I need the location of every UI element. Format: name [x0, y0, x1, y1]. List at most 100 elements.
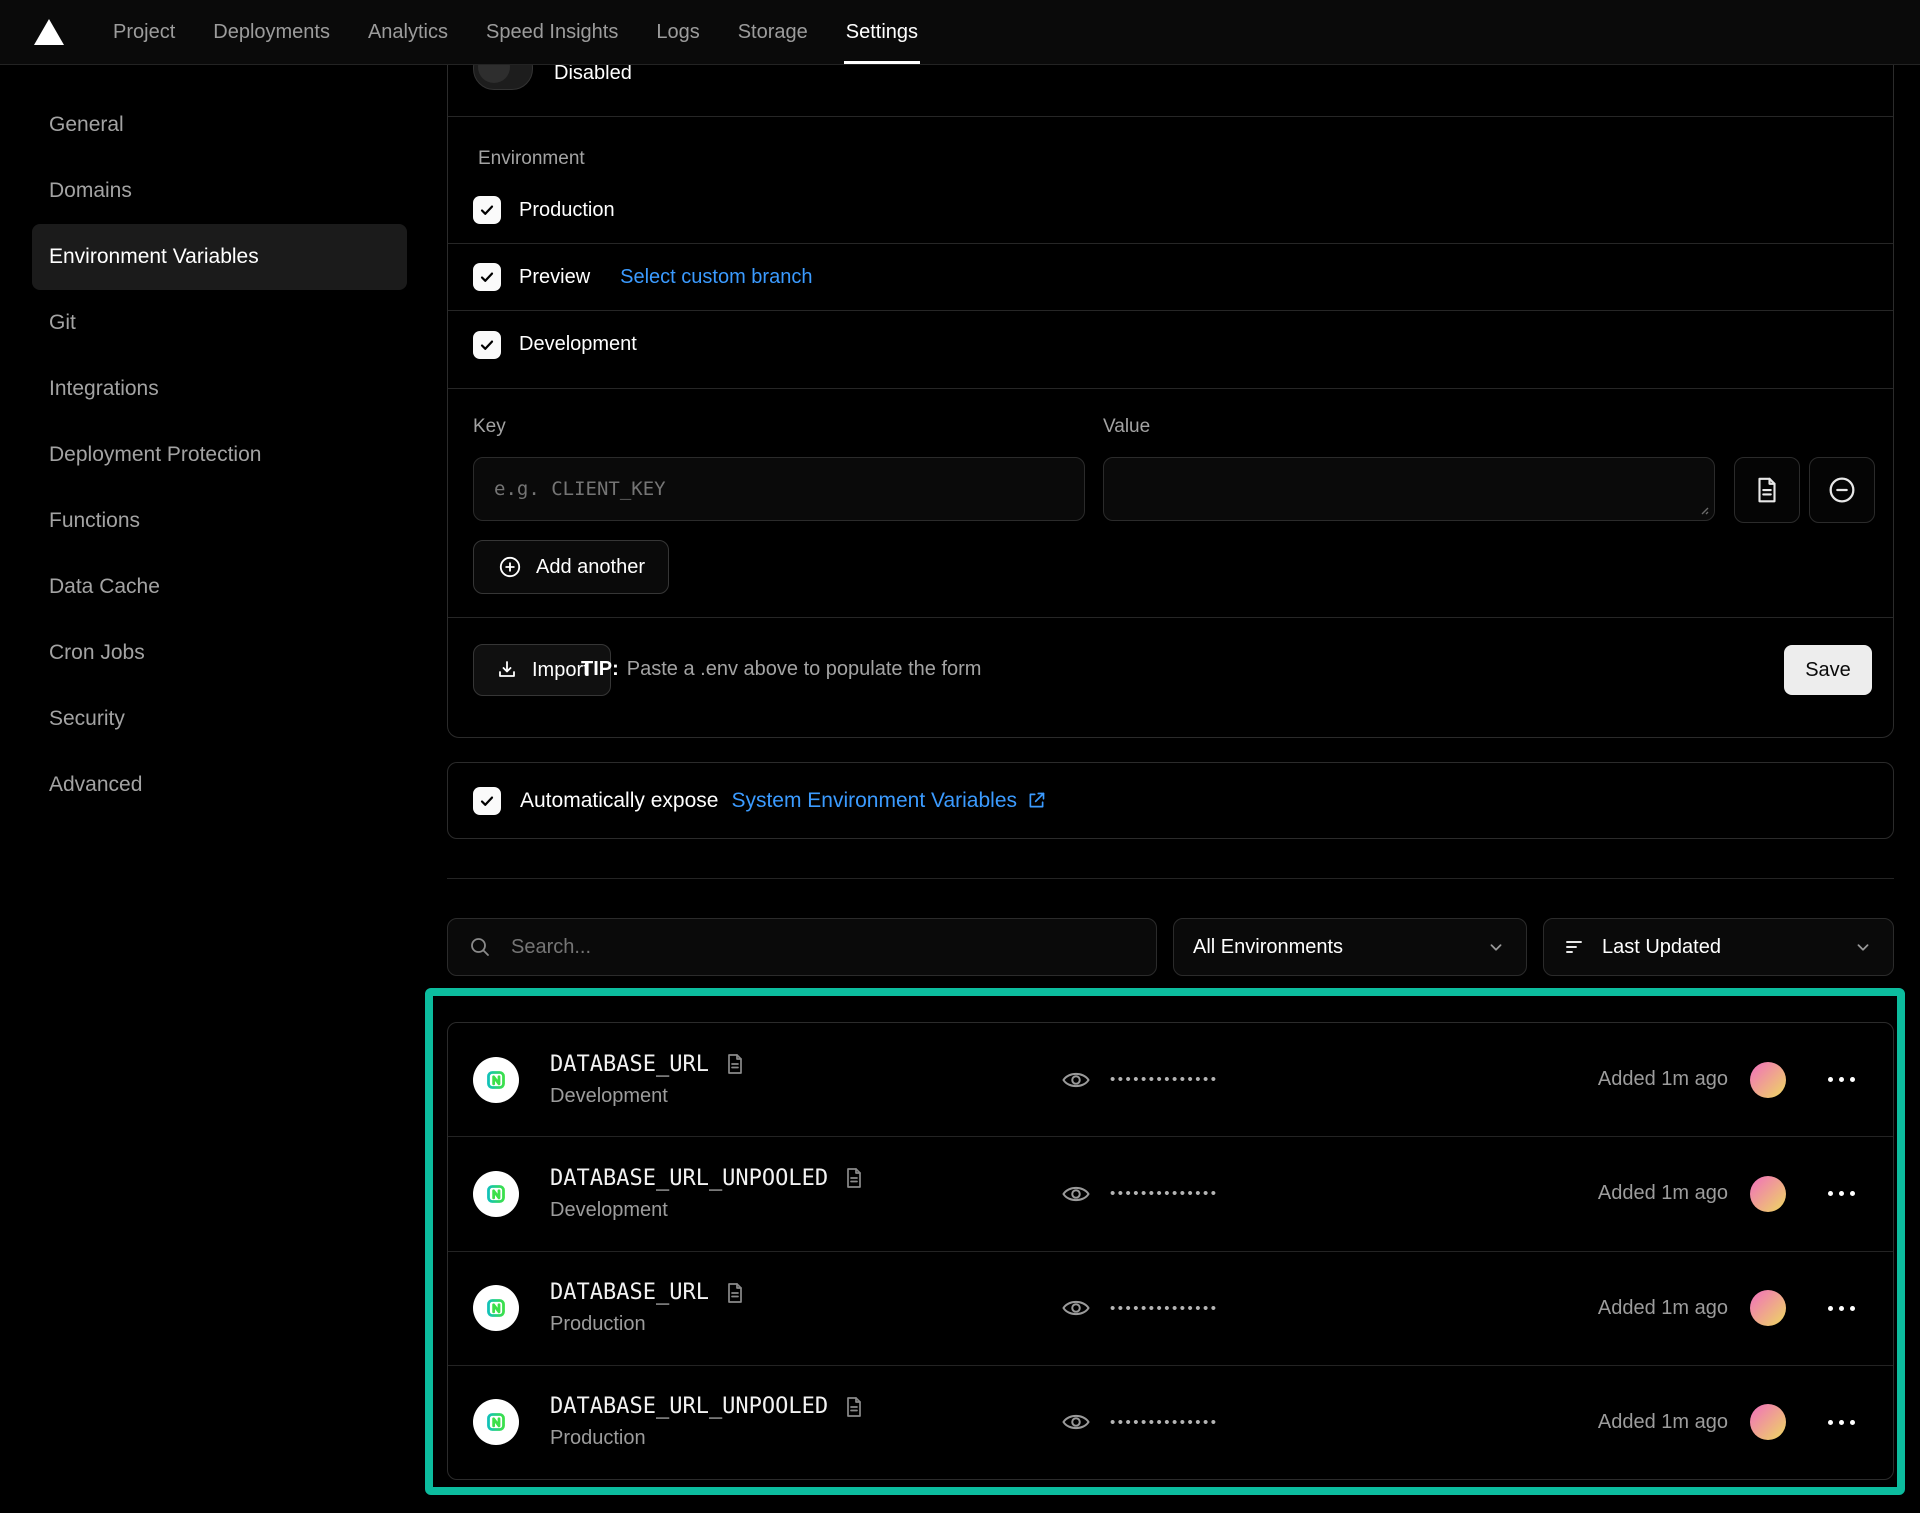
file-text-icon: [1752, 475, 1782, 505]
env-var-row[interactable]: DATABASE_URL Development •••••••••••••• …: [448, 1023, 1893, 1136]
environment-filter-dropdown[interactable]: All Environments: [1173, 918, 1527, 976]
add-another-button[interactable]: Add another: [473, 540, 669, 594]
env-var-secret: ••••••••••••••: [1061, 1181, 1219, 1207]
masked-value: ••••••••••••••: [1110, 1071, 1219, 1088]
environment-section-label: Environment: [478, 148, 585, 170]
chevron-down-icon: [1852, 936, 1874, 958]
env-var-row[interactable]: DATABASE_URL_UNPOOLED Development ••••••…: [448, 1136, 1893, 1250]
sidebar-item-deployment-protection[interactable]: Deployment Protection: [32, 422, 407, 488]
row-menu-button[interactable]: [1826, 1185, 1857, 1202]
env-var-secret: ••••••••••••••: [1061, 1295, 1219, 1321]
development-checkbox[interactable]: [473, 331, 501, 359]
env-var-info: DATABASE_URL Development: [550, 1052, 747, 1108]
environment-option-production: Production: [448, 177, 1893, 244]
preview-checkbox[interactable]: [473, 263, 501, 291]
chevron-down-icon: [1485, 936, 1507, 958]
nav-tab-deployments[interactable]: Deployments: [194, 0, 349, 64]
neon-logo-icon: [481, 1407, 511, 1437]
sidebar-item-security[interactable]: Security: [32, 686, 407, 752]
env-var-info: DATABASE_URL_UNPOOLED Production: [550, 1394, 866, 1450]
search-icon: [468, 935, 492, 959]
sort-dropdown-value: Last Updated: [1602, 936, 1837, 959]
value-input-wrap: [1103, 457, 1715, 521]
sidebar-item-domains[interactable]: Domains: [32, 158, 407, 224]
nav-tab-label: Settings: [846, 21, 918, 44]
env-var-environment: Development: [550, 1085, 747, 1108]
plus-circle-icon: [497, 554, 523, 580]
top-nav: Project Deployments Analytics Speed Insi…: [0, 0, 1920, 65]
paste-env-file-button[interactable]: [1734, 457, 1800, 523]
env-var-row[interactable]: DATABASE_URL Production •••••••••••••• A…: [448, 1251, 1893, 1365]
env-var-environment: Development: [550, 1199, 866, 1222]
save-button[interactable]: Save: [1784, 645, 1872, 695]
sort-lines-icon: [1563, 935, 1587, 959]
vercel-logo[interactable]: [0, 0, 94, 64]
production-checkbox[interactable]: [473, 196, 501, 224]
sidebar-item-data-cache[interactable]: Data Cache: [32, 554, 407, 620]
added-timestamp: Added 1m ago: [1598, 1182, 1728, 1205]
minus-circle-icon: [1826, 474, 1858, 506]
nav-tab-logs[interactable]: Logs: [637, 0, 718, 64]
check-icon: [479, 337, 495, 353]
divider: [447, 878, 1894, 879]
system-env-vars-link-label: System Environment Variables: [731, 789, 1017, 813]
development-checkbox-label: Development: [519, 333, 637, 356]
note-icon[interactable]: [723, 1281, 747, 1305]
sidebar-item-general[interactable]: General: [32, 92, 407, 158]
sidebar-item-functions[interactable]: Functions: [32, 488, 407, 554]
note-icon[interactable]: [842, 1395, 866, 1419]
remove-row-button[interactable]: [1809, 457, 1875, 523]
nav-tab-label: Storage: [738, 21, 808, 44]
env-var-key: DATABASE_URL: [550, 1052, 709, 1077]
eye-icon[interactable]: [1061, 1409, 1091, 1435]
note-icon[interactable]: [723, 1052, 747, 1076]
added-timestamp: Added 1m ago: [1598, 1297, 1728, 1320]
nav-tab-label: Speed Insights: [486, 21, 618, 44]
nav-tab-settings[interactable]: Settings: [827, 0, 937, 64]
search-input[interactable]: [509, 935, 1136, 960]
sidebar-item-environment-variables[interactable]: Environment Variables: [32, 224, 407, 290]
sidebar-item-git[interactable]: Git: [32, 290, 407, 356]
row-menu-button[interactable]: [1826, 1071, 1857, 1088]
neon-logo-icon: [481, 1293, 511, 1323]
env-var-meta: Added 1m ago: [1598, 1062, 1857, 1098]
key-field-label: Key: [473, 416, 506, 438]
env-var-row[interactable]: DATABASE_URL_UNPOOLED Production •••••••…: [448, 1365, 1893, 1479]
eye-icon[interactable]: [1061, 1067, 1091, 1093]
add-another-label: Add another: [536, 556, 645, 579]
neon-integration-icon: [473, 1285, 519, 1331]
external-link-icon: [1026, 790, 1047, 811]
sort-dropdown[interactable]: Last Updated: [1543, 918, 1894, 976]
eye-icon[interactable]: [1061, 1295, 1091, 1321]
select-custom-branch-link[interactable]: Select custom branch: [620, 266, 812, 289]
value-input[interactable]: [1103, 457, 1715, 521]
masked-value: ••••••••••••••: [1110, 1414, 1219, 1431]
sidebar-item-cron-jobs[interactable]: Cron Jobs: [32, 620, 407, 686]
neon-logo-icon: [481, 1065, 511, 1095]
production-checkbox-label: Production: [519, 199, 615, 222]
nav-tab-speed-insights[interactable]: Speed Insights: [467, 0, 637, 64]
expose-label: Automatically expose: [520, 789, 718, 813]
sidebar-item-advanced[interactable]: Advanced: [32, 752, 407, 818]
nav-tab-analytics[interactable]: Analytics: [349, 0, 467, 64]
nav-tab-project[interactable]: Project: [94, 0, 194, 64]
user-avatar: [1750, 1290, 1786, 1326]
check-icon: [479, 793, 495, 809]
system-env-vars-link[interactable]: System Environment Variables: [731, 789, 1047, 813]
tip-body: Paste a .env above to populate the form: [627, 658, 982, 680]
tip-bold: TIP:: [581, 658, 619, 680]
key-input[interactable]: [473, 457, 1085, 521]
note-icon[interactable]: [842, 1166, 866, 1190]
row-menu-button[interactable]: [1826, 1300, 1857, 1317]
nav-tab-storage[interactable]: Storage: [719, 0, 827, 64]
env-var-environment: Production: [550, 1313, 747, 1336]
masked-value: ••••••••••••••: [1110, 1300, 1219, 1317]
nav-tab-label: Deployments: [213, 21, 330, 44]
expose-system-env-checkbox[interactable]: [473, 787, 501, 815]
row-menu-button[interactable]: [1826, 1414, 1857, 1431]
env-var-secret: ••••••••••••••: [1061, 1409, 1219, 1435]
env-var-environment: Production: [550, 1427, 866, 1450]
sidebar-item-integrations[interactable]: Integrations: [32, 356, 407, 422]
eye-icon[interactable]: [1061, 1181, 1091, 1207]
neon-integration-icon: [473, 1399, 519, 1445]
